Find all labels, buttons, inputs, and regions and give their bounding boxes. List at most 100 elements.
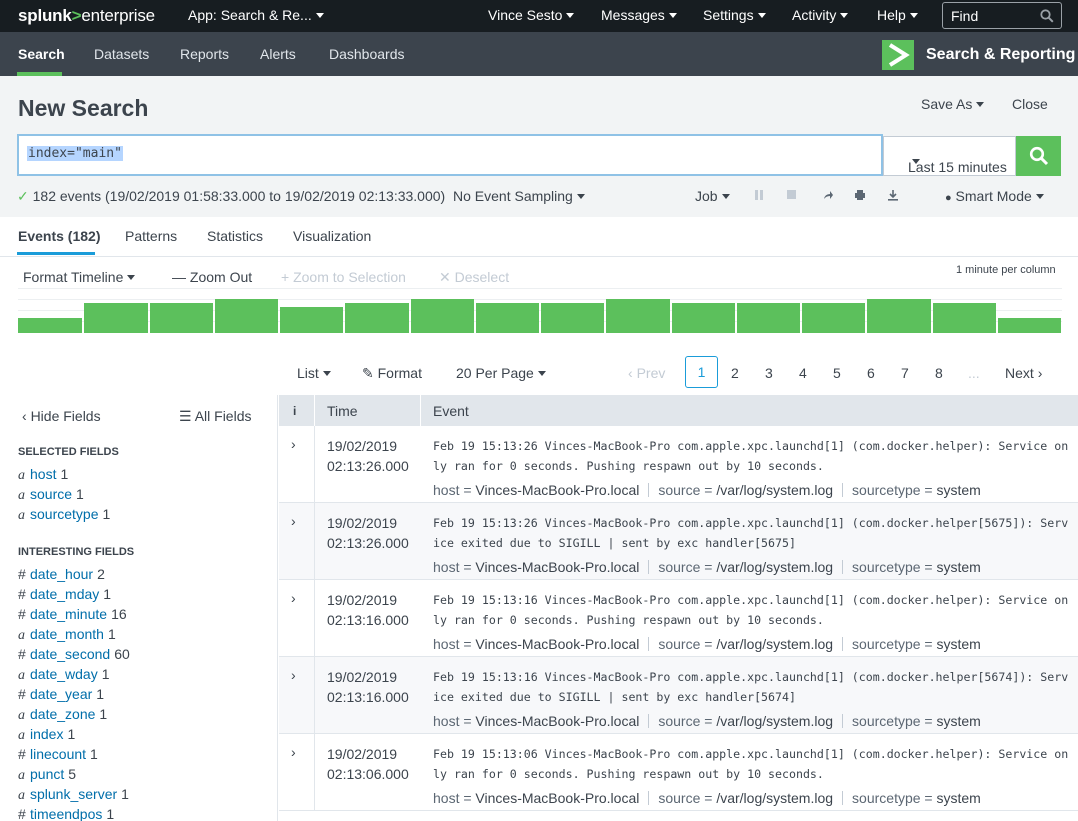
field-item-source[interactable]: a source 1 [18,486,84,504]
next-page-button[interactable]: Next › [1005,365,1042,381]
timeline-bar[interactable] [149,303,213,333]
host-value[interactable]: Vinces-MacBook-Pro.local [475,790,639,806]
sourcetype-value[interactable]: system [937,559,981,575]
field-item-date-second[interactable]: # date_second 60 [18,646,130,662]
pause-icon[interactable] [754,189,764,204]
nav-alerts[interactable]: Alerts [260,46,296,62]
all-fields-button[interactable]: ☰ All Fields [179,408,251,425]
search-submit-button[interactable] [1016,136,1061,176]
page-8-button[interactable]: 8 [935,365,943,381]
field-item-splunk-server[interactable]: a splunk_server 1 [18,786,129,804]
event-time[interactable]: 19/02/2019 02:13:16.000 [327,590,409,630]
app-menu[interactable]: App: Search & Re... [188,7,324,23]
timeline-bar[interactable] [541,303,605,333]
app-logo-icon[interactable] [882,40,914,70]
timeline-bar[interactable] [997,318,1061,333]
event-time[interactable]: 19/02/2019 02:13:26.000 [327,513,409,553]
nav-search[interactable]: Search [18,46,65,62]
activity-menu[interactable]: Activity [792,7,849,23]
field-item-date-zone[interactable]: a date_zone 1 [18,706,107,724]
source-value[interactable]: /var/log/system.log [716,713,833,729]
event-time[interactable]: 19/02/2019 02:13:26.000 [327,436,409,476]
tab-patterns[interactable]: Patterns [125,228,177,244]
save-as-button[interactable]: Save As [921,96,985,112]
deselect-button[interactable]: ✕ Deselect [439,269,509,286]
timeline-bar[interactable] [84,303,148,333]
timeline-bar[interactable] [475,303,539,333]
timeline-bar[interactable] [345,303,409,333]
field-item-date-wday[interactable]: a date_wday 1 [18,666,110,684]
zoom-out-button[interactable]: — Zoom Out [172,269,252,285]
help-menu[interactable]: Help [877,7,918,23]
field-item-linecount[interactable]: # linecount 1 [18,746,98,762]
time-column-header[interactable]: Time [327,403,358,419]
field-item-date-minute[interactable]: # date_minute 16 [18,606,127,622]
app-name[interactable]: Search & Reporting [926,46,1075,64]
field-item-host[interactable]: a host 1 [18,466,68,484]
timeline-bar[interactable] [606,299,670,333]
host-value[interactable]: Vinces-MacBook-Pro.local [475,482,639,498]
time-range-picker[interactable]: Last 15 minutes [883,136,1016,176]
export-icon[interactable] [887,189,899,204]
find-input[interactable]: Find [942,2,1062,29]
close-button[interactable]: Close [1012,96,1048,112]
page-5-button[interactable]: 5 [833,365,841,381]
expand-row-icon[interactable]: › [291,436,296,452]
page-7-button[interactable]: 7 [901,365,909,381]
tab-visualization[interactable]: Visualization [293,228,371,244]
field-item-date-year[interactable]: # date_year 1 [18,686,104,702]
expand-row-icon[interactable]: › [291,667,296,683]
user-menu[interactable]: Vince Sesto [488,7,575,23]
tab-events[interactable]: Events (182) [18,228,100,244]
search-input[interactable]: index="main" [17,134,883,176]
timeline-bar[interactable] [18,318,83,333]
nav-dashboards[interactable]: Dashboards [329,46,405,62]
expand-row-icon[interactable]: › [291,744,296,760]
zoom-to-selection-button[interactable]: + Zoom to Selection [281,269,406,285]
source-value[interactable]: /var/log/system.log [716,482,833,498]
job-menu[interactable]: Job [695,188,730,204]
field-item-date-hour[interactable]: # date_hour 2 [18,566,105,582]
field-item-sourcetype[interactable]: a sourcetype 1 [18,506,110,524]
page-4-button[interactable]: 4 [799,365,807,381]
timeline-bar[interactable] [214,299,278,333]
print-icon[interactable] [854,189,866,204]
sourcetype-value[interactable]: system [937,713,981,729]
page-3-button[interactable]: 3 [765,365,773,381]
nav-datasets[interactable]: Datasets [94,46,149,62]
messages-menu[interactable]: Messages [601,7,677,23]
field-item-date-month[interactable]: a date_month 1 [18,626,116,644]
list-view-menu[interactable]: List [297,365,331,381]
splunk-logo[interactable]: splunk>enterprise [18,6,155,26]
event-sampling-menu[interactable]: No Event Sampling [453,188,585,204]
sourcetype-value[interactable]: system [937,482,981,498]
nav-reports[interactable]: Reports [180,46,229,62]
share-icon[interactable] [822,189,834,204]
per-page-menu[interactable]: 20 Per Page [456,365,546,381]
timeline-bar[interactable] [867,299,931,333]
page-2-button[interactable]: 2 [731,365,739,381]
page-6-button[interactable]: 6 [867,365,875,381]
field-item-date-mday[interactable]: # date_mday 1 [18,586,111,602]
timeline-bar[interactable] [932,303,996,333]
timeline-bar[interactable] [410,299,474,333]
hide-fields-button[interactable]: ‹ Hide Fields [22,408,101,424]
expand-row-icon[interactable]: › [291,590,296,606]
page-1-button[interactable]: 1 [685,356,718,388]
expand-row-icon[interactable]: › [291,513,296,529]
host-value[interactable]: Vinces-MacBook-Pro.local [475,559,639,575]
source-value[interactable]: /var/log/system.log [716,636,833,652]
event-time[interactable]: 19/02/2019 02:13:06.000 [327,744,409,784]
tab-statistics[interactable]: Statistics [207,228,263,244]
field-item-punct[interactable]: a punct 5 [18,766,76,784]
search-mode-menu[interactable]: ● Smart Mode [945,188,1044,204]
timeline-bar[interactable] [802,303,866,333]
settings-menu[interactable]: Settings [703,7,766,23]
sourcetype-value[interactable]: system [937,790,981,806]
host-value[interactable]: Vinces-MacBook-Pro.local [475,636,639,652]
field-item-timeendpos[interactable]: # timeendpos 1 [18,806,114,821]
source-value[interactable]: /var/log/system.log [716,559,833,575]
field-item-index[interactable]: a index 1 [18,726,75,744]
source-value[interactable]: /var/log/system.log [716,790,833,806]
prev-page-button[interactable]: ‹ Prev [628,365,665,381]
